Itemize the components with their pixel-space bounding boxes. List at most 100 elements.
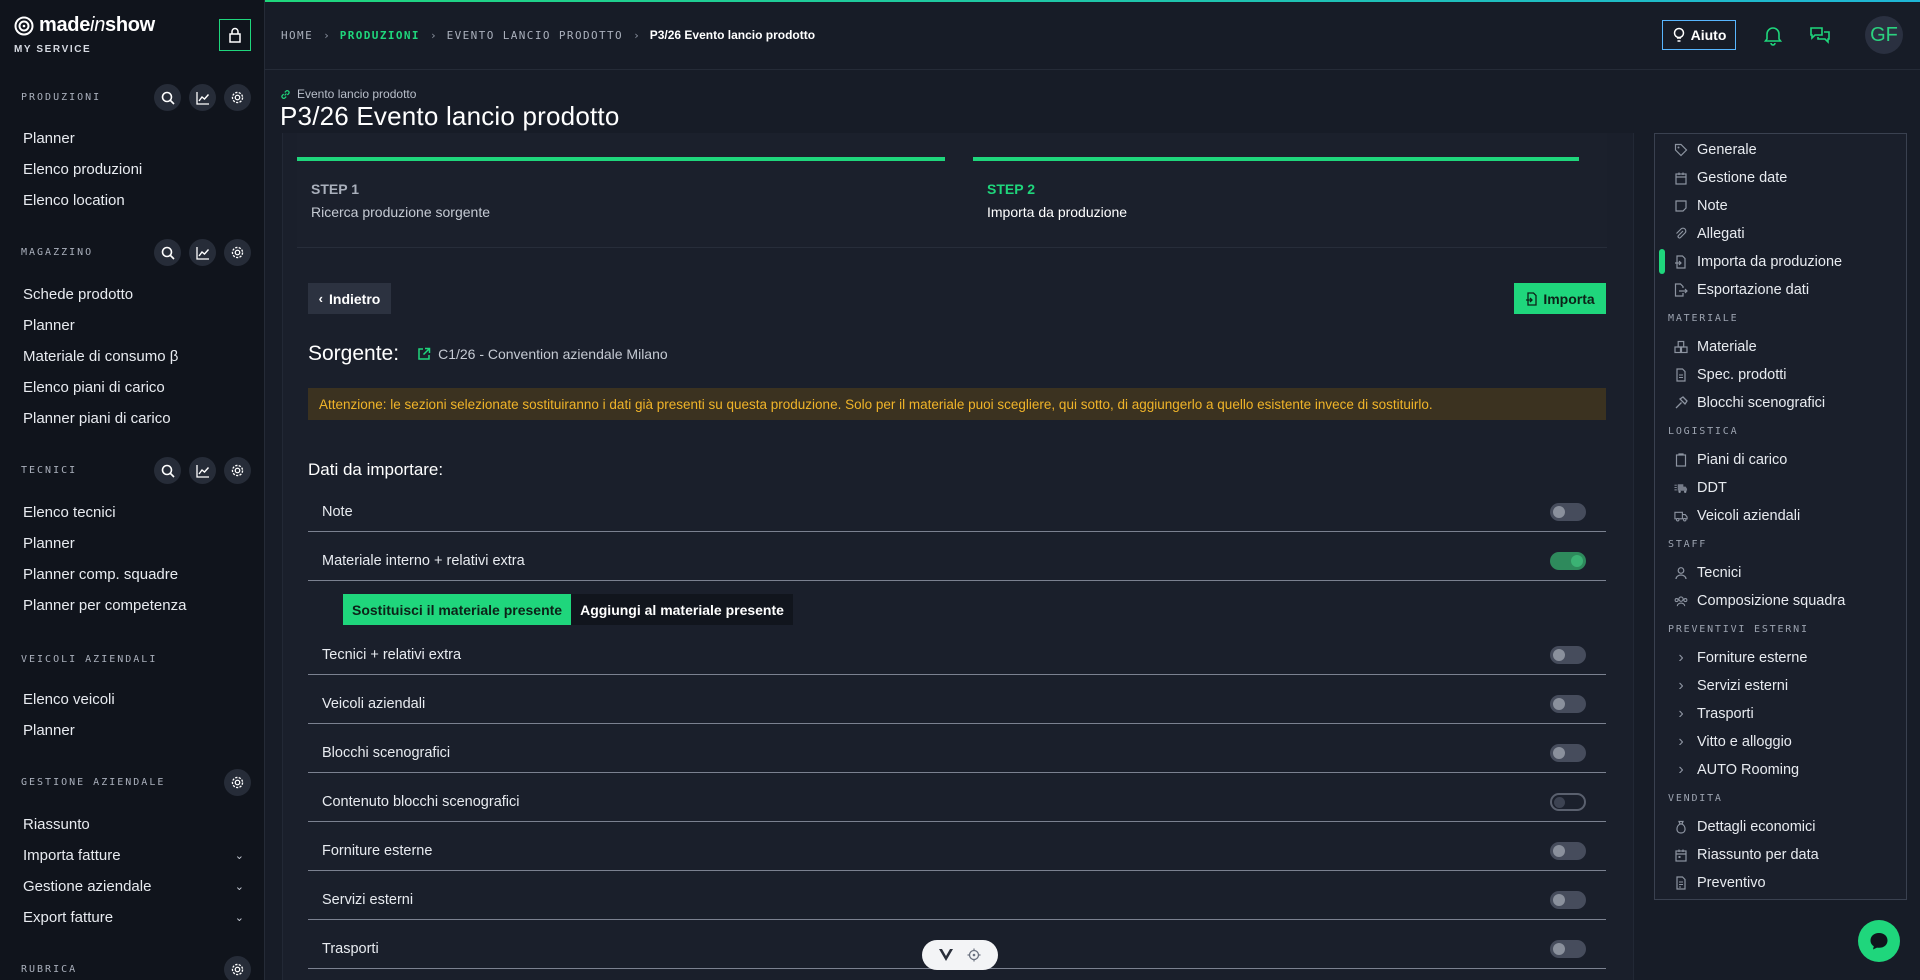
source-row: Sorgente: C1/26 - Convention aziendale M…	[308, 342, 668, 366]
avatar[interactable]: GF	[1865, 16, 1903, 54]
menu-item-preventivo[interactable]: Preventivo	[1674, 869, 1766, 897]
chevron-right-icon: ›	[1678, 733, 1684, 750]
stats-button[interactable]	[189, 239, 216, 266]
import-button[interactable]: Importa	[1514, 283, 1606, 314]
add-material-button[interactable]: Aggiungi al materiale presente	[571, 594, 793, 625]
menu-item-vitto-alloggio[interactable]: › Vitto e alloggio	[1674, 728, 1792, 756]
sidebar-item-gestione-aziendale[interactable]: Gestione aziendale ⌄	[23, 871, 248, 902]
toggle-trasporti[interactable]	[1550, 939, 1586, 958]
chevron-right-icon: ›	[633, 28, 640, 42]
toggle-tecnici[interactable]	[1550, 645, 1586, 664]
replace-material-button[interactable]: Sostituisci il materiale presente	[343, 594, 572, 625]
user-icon	[1675, 567, 1687, 580]
sidebar-item-planner-piani-carico[interactable]: Planner piani di carico	[23, 403, 248, 434]
menu-item-gestione-date[interactable]: Gestione date	[1674, 164, 1787, 192]
menu-item-ddt[interactable]: DDT	[1674, 474, 1727, 502]
toggle-contenuto-blocchi[interactable]	[1550, 792, 1586, 811]
sidebar-item-schede-prodotto[interactable]: Schede prodotto	[23, 279, 248, 310]
sidebar-item-planner[interactable]: Planner	[23, 528, 248, 559]
menu-item-trasporti[interactable]: › Trasporti	[1674, 700, 1753, 728]
lock-sidebar-button[interactable]	[219, 19, 251, 51]
step-2[interactable]: STEP 2 Importa da produzione	[973, 157, 1583, 221]
sidebar-item-importa-fatture[interactable]: Importa fatture ⌄	[23, 840, 248, 871]
menu-item-importa-produzione[interactable]: Importa da produzione	[1674, 248, 1842, 276]
sidebar-item-planner-competenza[interactable]: Planner per competenza	[23, 590, 248, 621]
bell-icon	[1763, 27, 1783, 46]
brand-name: madeinshow	[39, 14, 155, 36]
search-button[interactable]	[154, 457, 181, 484]
file-export-icon	[1674, 283, 1688, 297]
settings-button[interactable]	[224, 769, 251, 796]
stats-button[interactable]	[189, 84, 216, 111]
chevron-right-icon: ›	[323, 28, 330, 42]
menu-item-auto-rooming[interactable]: › AUTO Rooming	[1674, 756, 1799, 784]
step-1[interactable]: STEP 1 Ricerca produzione sorgente	[297, 157, 947, 221]
menu-item-generale[interactable]: Generale	[1674, 136, 1757, 164]
menu-item-veicoli-aziendali[interactable]: Veicoli aziendali	[1674, 502, 1800, 530]
link-icon	[281, 89, 290, 99]
gear-icon	[231, 963, 244, 976]
source-production-link[interactable]: C1/26 - Convention aziendale Milano	[417, 346, 668, 362]
breadcrumb: HOME › PRODUZIONI › EVENTO LANCIO PRODOT…	[281, 28, 815, 42]
settings-button[interactable]	[224, 84, 251, 111]
breadcrumb-home[interactable]: HOME	[281, 29, 313, 42]
toggle-servizi[interactable]	[1550, 890, 1586, 909]
sidebar-item-elenco-location[interactable]: Elenco location	[23, 185, 248, 216]
settings-button[interactable]	[224, 239, 251, 266]
sidebar-item-planner[interactable]: Planner	[23, 715, 248, 746]
support-chat-button[interactable]	[1858, 920, 1900, 962]
menu-item-composizione-squadra[interactable]: Composizione squadra	[1674, 587, 1845, 615]
sidebar-item-planner-comp-squadre[interactable]: Planner comp. squadre	[23, 559, 248, 590]
sidebar-item-riassunto[interactable]: Riassunto	[23, 809, 248, 840]
menu-item-spec-prodotti[interactable]: Spec. prodotti	[1674, 361, 1786, 389]
sidebar-item-elenco-tecnici[interactable]: Elenco tecnici	[23, 497, 248, 528]
brand[interactable]: madeinshow MY SERVICE	[14, 14, 155, 55]
nav-section-title: GESTIONE AZIENDALE	[21, 777, 166, 788]
menu-item-esportazione-dati[interactable]: Esportazione dati	[1674, 276, 1809, 304]
hammer-icon	[1675, 396, 1688, 409]
toggle-note[interactable]	[1550, 502, 1586, 521]
menu-item-servizi-esterni[interactable]: › Servizi esterni	[1674, 672, 1788, 700]
menu-item-tecnici[interactable]: Tecnici	[1674, 559, 1741, 587]
search-button[interactable]	[154, 84, 181, 111]
toggle-blocchi[interactable]	[1550, 743, 1586, 762]
sidebar-item-export-fatture[interactable]: Export fatture ⌄	[23, 902, 248, 933]
toggle-materiale[interactable]	[1550, 551, 1586, 570]
help-button[interactable]: Aiuto	[1662, 20, 1736, 50]
option-row-blocchi: Blocchi scenografici	[308, 733, 1606, 773]
gear-icon	[231, 91, 244, 104]
menu-item-materiale[interactable]: Materiale	[1674, 333, 1757, 361]
help-bulb-icon	[1673, 27, 1684, 42]
gear-icon	[231, 776, 244, 789]
sidebar-item-materiale-consumo[interactable]: Materiale di consumo β	[23, 341, 248, 372]
menu-item-dettagli-economici[interactable]: Dettagli economici	[1674, 813, 1815, 841]
toggle-forniture[interactable]	[1550, 841, 1586, 860]
breadcrumb-produzioni[interactable]: PRODUZIONI	[340, 29, 420, 42]
menu-item-piani-carico[interactable]: Piani di carico	[1674, 446, 1787, 474]
sidebar-item-elenco-produzioni[interactable]: Elenco produzioni	[23, 154, 248, 185]
stepper: STEP 1 Ricerca produzione sorgente STEP …	[297, 133, 1607, 248]
sidebar-item-planner[interactable]: Planner	[23, 123, 248, 154]
menu-item-blocchi-scenografici[interactable]: Blocchi scenografici	[1674, 389, 1825, 417]
settings-button[interactable]	[224, 956, 251, 980]
sidebar-item-planner[interactable]: Planner	[23, 310, 248, 341]
parent-production-link[interactable]: Evento lancio prodotto	[280, 87, 416, 101]
menu-item-note[interactable]: Note	[1674, 192, 1728, 220]
search-button[interactable]	[154, 239, 181, 266]
warning-banner: Attenzione: le sezioni selezionate sosti…	[308, 388, 1606, 420]
menu-group-logistica: LOGISTICA	[1668, 426, 1739, 437]
menu-item-riassunto-data[interactable]: Riassunto per data	[1674, 841, 1819, 869]
sidebar-item-elenco-veicoli[interactable]: Elenco veicoli	[23, 684, 248, 715]
toggle-veicoli[interactable]	[1550, 694, 1586, 713]
sidebar-item-elenco-piani-carico[interactable]: Elenco piani di carico	[23, 372, 248, 403]
menu-item-allegati[interactable]: Allegati	[1674, 220, 1745, 248]
menu-item-forniture-esterne[interactable]: › Forniture esterne	[1674, 644, 1807, 672]
messages-button[interactable]	[1808, 23, 1832, 47]
top-accent-bar	[265, 0, 1920, 2]
breadcrumb-evento[interactable]: EVENTO LANCIO PRODOTTO	[447, 29, 624, 42]
stats-button[interactable]	[189, 457, 216, 484]
devtools-pill[interactable]	[922, 940, 998, 970]
settings-button[interactable]	[224, 457, 251, 484]
back-button[interactable]: ‹ Indietro	[308, 283, 391, 314]
notifications-button[interactable]	[1761, 23, 1785, 47]
